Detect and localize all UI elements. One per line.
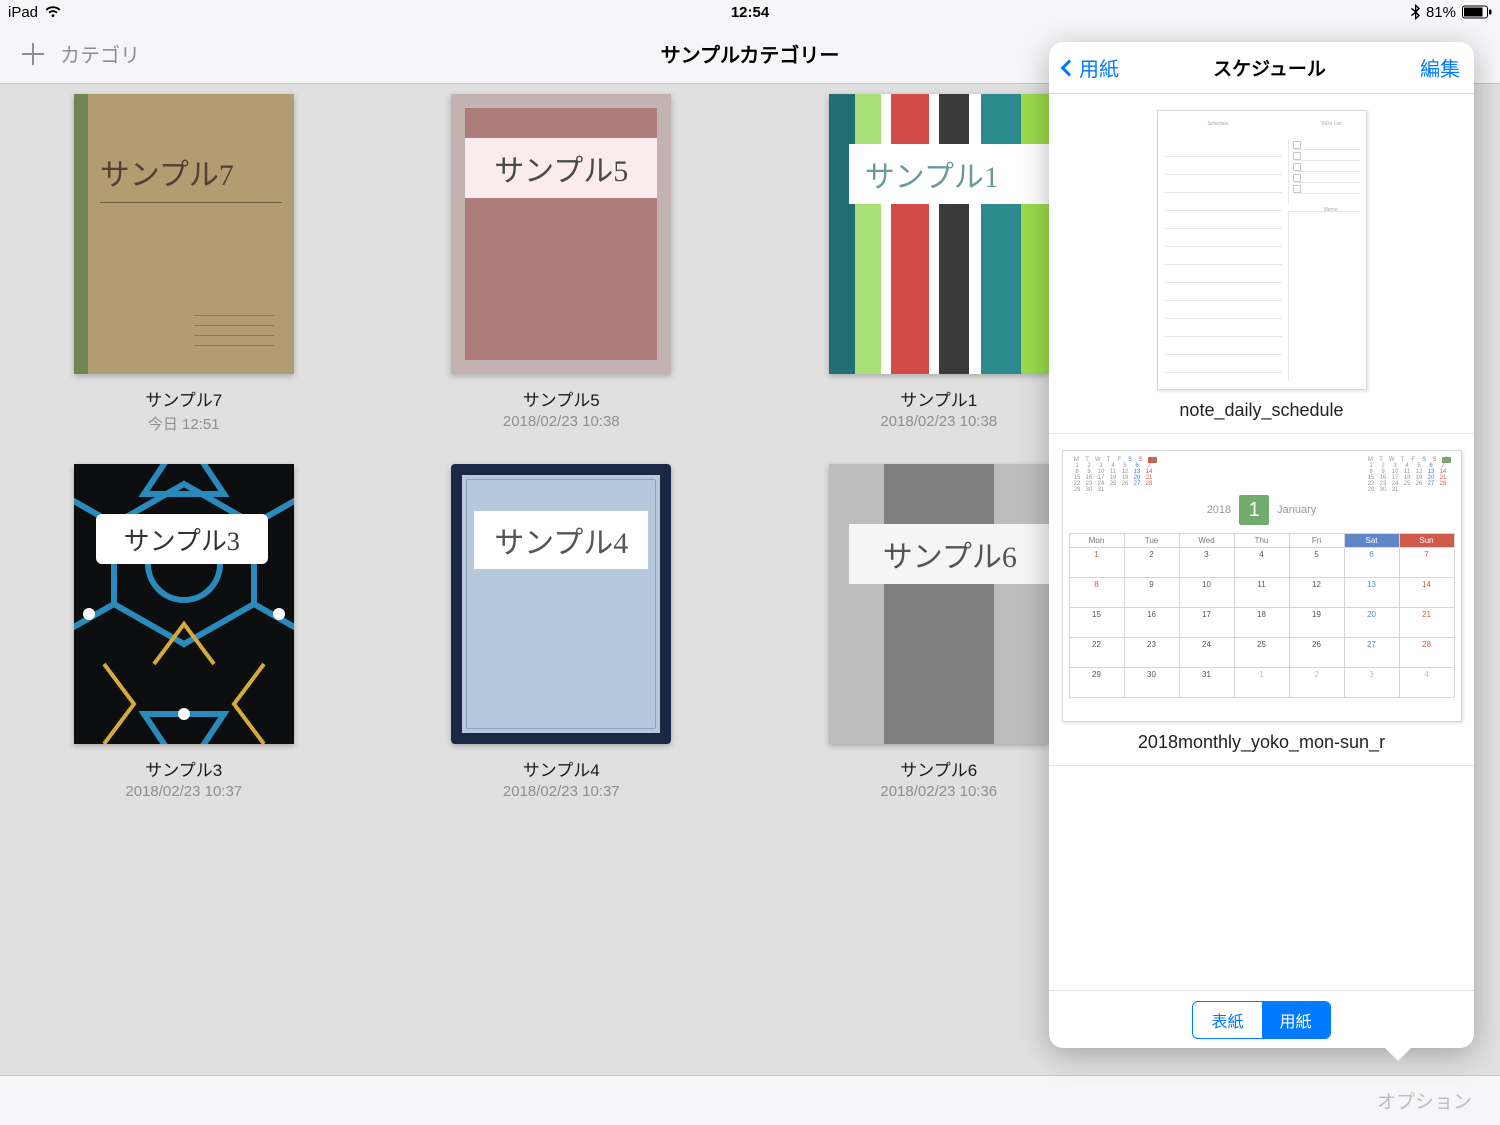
- notebook-cover: サンプル7: [74, 94, 294, 374]
- cover-title-text: サンプル1: [849, 144, 1049, 204]
- cover-title-text: サンプル6: [849, 524, 1049, 584]
- segmented-control: 表紙 用紙: [1192, 1001, 1330, 1039]
- notebook-title: サンプル5: [523, 386, 600, 411]
- notebook-title: サンプル6: [900, 756, 977, 781]
- add-icon[interactable]: [20, 41, 46, 67]
- notebook-title: サンプル3: [145, 756, 222, 781]
- template-popover: 用紙 スケジュール 編集 Schedule ToDo List Memo not…: [1049, 42, 1474, 1048]
- notebook-title: サンプル1: [900, 386, 977, 411]
- notebook-date: 2018/02/23 10:36: [880, 783, 997, 800]
- popover-edit-button[interactable]: 編集: [1420, 53, 1460, 82]
- popover-title: スケジュール: [1213, 54, 1326, 81]
- template-item[interactable]: Schedule ToDo List Memo note_daily_sched…: [1049, 94, 1474, 434]
- notebook-date: 2018/02/23 10:38: [503, 413, 620, 430]
- notebook-cover: サンプル3: [74, 464, 294, 744]
- popover-back-label: 用紙: [1079, 53, 1119, 82]
- wifi-icon: [44, 5, 62, 19]
- cover-title-text: サンプル4: [474, 511, 648, 569]
- notebook-date: 2018/02/23 10:38: [880, 413, 997, 430]
- notebook-title: サンプル7: [145, 386, 222, 411]
- bottom-bar: オプション: [0, 1075, 1500, 1125]
- notebook-item[interactable]: サンプル5 サンプル5 2018/02/23 10:38: [423, 94, 701, 434]
- notebook-cover: サンプル6: [829, 464, 1049, 744]
- bluetooth-icon: [1411, 4, 1420, 20]
- template-name: 2018monthly_yoko_mon-sun_r: [1059, 732, 1464, 753]
- battery-icon: [1462, 5, 1492, 19]
- popover-footer: 表紙 用紙: [1049, 990, 1474, 1048]
- notebook-date: 2018/02/23 10:37: [125, 783, 242, 800]
- notebook-item[interactable]: サンプル4 サンプル4 2018/02/23 10:37: [423, 464, 701, 800]
- template-name: note_daily_schedule: [1059, 400, 1464, 421]
- popover-back-button[interactable]: 用紙: [1063, 53, 1119, 82]
- status-time: 12:54: [731, 4, 769, 21]
- notebook-item[interactable]: サンプル6 サンプル6 2018/02/23 10:36: [800, 464, 1078, 800]
- notebook-cover: サンプル5: [451, 94, 671, 374]
- popover-body[interactable]: Schedule ToDo List Memo note_daily_sched…: [1049, 94, 1474, 990]
- notebook-item[interactable]: サンプル1 サンプル1 2018/02/23 10:38: [800, 94, 1078, 434]
- status-bar: iPad 12:54 81%: [0, 0, 1500, 24]
- notebook-date: 2018/02/23 10:37: [503, 783, 620, 800]
- device-label: iPad: [8, 4, 38, 21]
- notebook-date: 今日 12:51: [148, 413, 220, 434]
- popover-header: 用紙 スケジュール 編集: [1049, 42, 1474, 94]
- cover-title-text: サンプル5: [465, 138, 657, 198]
- segment-cover[interactable]: 表紙: [1193, 1002, 1261, 1038]
- category-button[interactable]: カテゴリ: [60, 39, 140, 68]
- template-item[interactable]: MTWTFSS121234567891011121314151617181920…: [1049, 434, 1474, 766]
- notebook-cover: サンプル4: [451, 464, 671, 744]
- battery-percent: 81%: [1426, 4, 1456, 21]
- template-thumbnail: Schedule ToDo List Memo: [1157, 110, 1367, 390]
- option-button[interactable]: オプション: [1377, 1087, 1472, 1114]
- page-title: サンプルカテゴリー: [661, 39, 840, 68]
- chevron-left-icon: [1061, 59, 1078, 76]
- notebook-cover: サンプル1: [829, 94, 1049, 374]
- template-thumbnail: MTWTFSS121234567891011121314151617181920…: [1062, 450, 1462, 722]
- notebook-item[interactable]: サンプル7 サンプル7 今日 12:51: [45, 94, 323, 434]
- cover-title-text: サンプル3: [96, 514, 268, 564]
- cover-title-text: サンプル7: [100, 150, 282, 203]
- segment-paper[interactable]: 用紙: [1262, 1002, 1330, 1038]
- notebook-item[interactable]: サンプル3 サンプル3 2018/02/23 10:37: [45, 464, 323, 800]
- notebook-title: サンプル4: [523, 756, 600, 781]
